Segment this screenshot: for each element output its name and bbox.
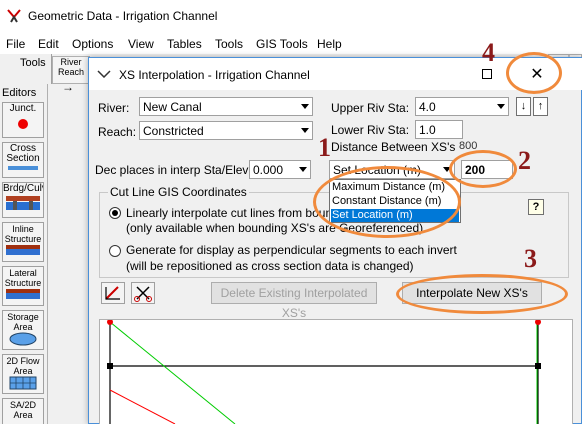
inline-structure-icon [6,245,40,255]
2d-flow-area-icon [9,376,37,390]
linear-interpolate-radio[interactable] [109,207,121,219]
river-reach-arrow-icon: → [62,80,74,94]
plot-canvas [107,319,541,424]
draw-line-icon [105,286,120,300]
menu-edit[interactable]: Edit [38,37,59,51]
main-window-title: Geometric Data - Irrigation Channel [28,9,218,23]
junction-editor-button[interactable]: Junct. [2,102,44,138]
menu-tables[interactable]: Tables [167,37,202,51]
menu-help[interactable]: Help [317,37,342,51]
lateral-structure-editor-button[interactable]: Lateral Structure [2,266,44,306]
dialog-title: XS Interpolation - Irrigation Channel [119,68,310,82]
reach-label: Reach: [98,125,137,139]
xs-interpolation-dialog: XS Interpolation - Irrigation Channel ✕ … [88,57,582,424]
up-arrow-button[interactable]: ↑ [533,97,548,116]
left-node-marker [107,363,113,369]
interpolation-plot [99,319,573,424]
scissors-icon [134,286,152,302]
menu-view[interactable]: View [128,37,154,51]
lower-riv-sta-label: Lower Riv Sta: [331,123,410,137]
green-diagonal-line [109,321,236,424]
river-select[interactable]: New Canal [139,97,313,116]
inline-structure-editor-button[interactable]: Inline Structure [2,222,44,262]
junction-dot-icon [18,119,28,129]
top-right-marker [535,319,541,325]
bridge-culvert-editor-button[interactable]: Brdg/Culv [2,182,44,218]
editors-panel: Editors Junct. Cross Section Brdg/Culv I… [0,84,48,424]
callout-number-1: 1 [318,133,331,162]
storage-area-editor-button[interactable]: Storage Area [2,310,44,350]
callout-number-2: 2 [518,146,531,175]
2d-flow-area-editor-button[interactable]: 2D Flow Area [2,354,44,394]
cross-section-editor-button[interactable]: Cross Section [2,142,44,178]
cross-section-icon [8,166,38,170]
callout-number-4: 4 [482,38,495,67]
menu-file[interactable]: File [6,37,25,51]
chevron-down-icon [301,104,309,109]
delete-interpolated-xs-button[interactable]: Delete Existing Interpolated XS's [211,282,377,320]
menu-gis-tools[interactable]: GIS Tools [256,37,308,51]
hec-ras-app-icon [7,9,21,23]
river-label: River: [98,101,130,115]
generate-perpendicular-radio[interactable] [109,245,121,257]
help-icon[interactable]: ? [528,199,544,215]
chevron-down-icon [299,167,307,172]
red-diagonal-line [109,389,176,424]
chevron-down-icon [497,104,505,109]
radio2-sublabel: (will be repositioned as cross section d… [126,259,414,273]
menu-tools[interactable]: Tools [215,37,243,51]
radio2-label: Generate for display as perpendicular se… [126,243,457,257]
highlight-ring-dropdown [313,166,461,238]
draw-xs-button[interactable] [101,282,125,304]
bridge-culvert-icon [6,196,40,210]
menu-options[interactable]: Options [72,37,113,51]
down-arrow-button[interactable]: ↓ [516,97,531,116]
editors-label: Editors [2,87,37,99]
highlight-ring-close-button [506,52,562,94]
upper-riv-sta-select[interactable]: 4.0 [415,97,509,116]
chevron-down-icon [301,128,309,133]
tools-tab[interactable]: Tools [0,54,52,84]
distance-between-label: Distance Between XS's [331,140,456,154]
highlight-ring-interpolate-button [396,274,568,314]
upper-riv-sta-label: Upper Riv Sta: [331,101,410,115]
reach-select[interactable]: Constricted [139,121,313,140]
callout-number-3: 3 [524,244,537,273]
delete-xs-button[interactable] [131,282,155,304]
highlight-ring-location-value [449,150,517,188]
dialog-icon [97,70,111,78]
groupbox-title: Cut Line GIS Coordinates [108,185,249,199]
lateral-structure-icon [6,289,40,299]
dec-places-select[interactable]: 0.000 [249,160,311,179]
lower-riv-sta-field: 1.0 [415,120,463,139]
storage-area-icon [9,332,37,346]
sa-2d-area-editor-button[interactable]: SA/2D Area [2,398,44,424]
dec-places-label: Dec places in interp Sta/Elev: [95,163,252,177]
main-title-bar: Geometric Data - Irrigation Channel [0,0,582,32]
right-node-marker [535,363,541,369]
maximize-icon[interactable] [482,69,492,79]
